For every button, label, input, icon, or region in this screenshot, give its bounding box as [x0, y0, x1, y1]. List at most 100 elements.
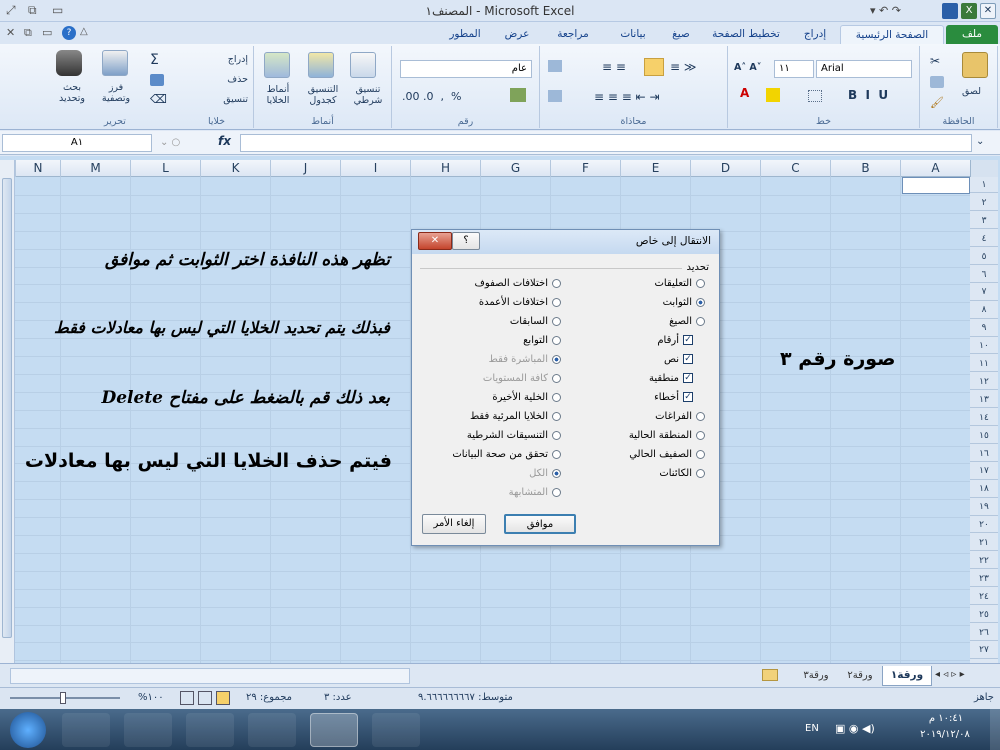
column-header[interactable]: I: [340, 160, 410, 177]
tray-icons[interactable]: ▣ ◉ ◀): [835, 722, 875, 735]
radio-button[interactable]: [552, 392, 561, 402]
radio-button[interactable]: [552, 297, 561, 307]
restore-window-icon[interactable]: ⤢: [6, 3, 16, 18]
column-header[interactable]: C: [760, 160, 830, 177]
sheet-tab-3[interactable]: ورقة٣: [794, 667, 838, 685]
dialog-option[interactable]: التوابع: [523, 335, 561, 351]
column-header[interactable]: E: [620, 160, 690, 177]
zoom-slider-thumb[interactable]: [60, 692, 66, 704]
cancel-button[interactable]: إلغاء الأمر: [422, 514, 486, 534]
row-header[interactable]: ١٨: [970, 481, 998, 498]
insert-sheet-icon[interactable]: [762, 669, 778, 681]
start-button[interactable]: [10, 712, 46, 748]
row-header[interactable]: ٩: [970, 320, 998, 337]
row-header[interactable]: ٢٣: [970, 571, 998, 588]
radio-button[interactable]: [552, 316, 561, 326]
formula-bar-buttons[interactable]: ⌄ ○: [160, 134, 198, 152]
dialog-option[interactable]: الصفيف الحالي: [629, 449, 705, 465]
row-header[interactable]: ١٦: [970, 446, 998, 462]
align-top-icons[interactable]: ≡ ≡: [602, 60, 626, 74]
paste-label[interactable]: لصق: [962, 86, 981, 97]
borders-icon[interactable]: [808, 90, 822, 102]
paste-icon[interactable]: [962, 52, 988, 78]
radio-button[interactable]: [552, 449, 561, 459]
insert-cells-button[interactable]: إدراج: [186, 54, 248, 65]
row-header[interactable]: ١٥: [970, 428, 998, 444]
page-break-view-icon[interactable]: [216, 691, 230, 705]
row-header[interactable]: ٢٧: [970, 642, 998, 659]
dialog-option[interactable]: ✓ أرقام: [657, 335, 705, 351]
copy-icon[interactable]: [930, 76, 944, 88]
taskbar-ie-icon[interactable]: [124, 713, 172, 747]
font-name-select[interactable]: Arial: [816, 60, 912, 78]
sheet-nav-icons[interactable]: ◂ ◃ ▹ ▸: [935, 669, 965, 680]
select-all-corner[interactable]: [970, 160, 998, 177]
checkbox[interactable]: ✓: [683, 392, 693, 402]
name-box[interactable]: A١: [2, 134, 152, 152]
column-header[interactable]: J: [270, 160, 340, 177]
tab-file[interactable]: ملف: [946, 25, 998, 44]
tab-insert[interactable]: إدراج: [792, 25, 838, 44]
row-header[interactable]: ٢: [970, 195, 998, 212]
vertical-scrollbar[interactable]: [0, 160, 15, 663]
radio-button[interactable]: [696, 316, 705, 326]
dialog-option[interactable]: ✓ نص: [664, 354, 705, 370]
radio-button[interactable]: [552, 335, 561, 345]
dialog-option[interactable]: السابقات: [510, 316, 561, 332]
radio-button[interactable]: [552, 278, 561, 288]
active-cell[interactable]: [902, 177, 970, 194]
cell-styles-icon[interactable]: [264, 52, 290, 78]
dialog-option[interactable]: الفراغات: [655, 411, 705, 427]
format-as-table-label[interactable]: التنسيق كجدول: [300, 84, 346, 106]
merge-center-icon[interactable]: [548, 90, 562, 102]
row-header[interactable]: ٢٤: [970, 589, 998, 606]
cut-icon[interactable]: ✂: [930, 54, 940, 68]
sort-filter-icon[interactable]: [102, 50, 128, 76]
cell-styles-label[interactable]: أنماط الخلايا: [256, 84, 300, 106]
quick-access-icons[interactable]: ▾ ↶ ↷: [870, 4, 901, 17]
close-workbook-icon[interactable]: ✕: [6, 26, 15, 39]
conditional-format-label[interactable]: تنسيق شرطي: [346, 84, 390, 106]
column-header[interactable]: N: [15, 160, 60, 177]
autosum-icon[interactable]: Σ: [150, 52, 159, 68]
help-icon[interactable]: ?: [62, 26, 76, 40]
column-header[interactable]: F: [550, 160, 620, 177]
orientation-icon[interactable]: ≡ ≫: [670, 60, 696, 74]
dialog-option[interactable]: اختلافات الأعمدة: [479, 297, 561, 313]
row-header[interactable]: ٨: [970, 302, 998, 319]
row-header[interactable]: ١٣: [970, 392, 998, 409]
format-cells-button[interactable]: تنسيق: [186, 94, 248, 105]
bold-italic-underline-icons[interactable]: B I U: [848, 88, 888, 102]
column-header[interactable]: D: [690, 160, 760, 177]
dialog-option[interactable]: الكائنات: [659, 468, 705, 484]
checkbox[interactable]: ✓: [683, 354, 693, 364]
font-color-icon[interactable]: A: [740, 86, 749, 100]
currency-icon[interactable]: [510, 88, 526, 102]
radio-button[interactable]: [696, 278, 705, 288]
row-header[interactable]: ٢٠: [970, 517, 998, 534]
radio-button[interactable]: [696, 430, 705, 440]
dialog-option[interactable]: التنسيقات الشرطية: [467, 430, 561, 446]
column-header[interactable]: L: [130, 160, 200, 177]
scroll-thumb[interactable]: [2, 178, 12, 638]
taskbar-paint-icon[interactable]: [372, 713, 420, 747]
tab-home[interactable]: الصفحة الرئيسية: [840, 25, 944, 44]
language-indicator[interactable]: EN: [805, 723, 819, 734]
formula-input[interactable]: [240, 134, 972, 152]
row-header[interactable]: ٧: [970, 284, 998, 301]
tab-formulas[interactable]: صيغ: [662, 25, 700, 44]
dialog-option[interactable]: الثوابت: [663, 297, 705, 313]
checkbox[interactable]: ✓: [683, 373, 693, 383]
format-painter-icon[interactable]: 🖌: [930, 96, 944, 109]
tab-view[interactable]: عرض: [494, 25, 540, 44]
dialog-help-button[interactable]: ؟: [452, 232, 480, 250]
minimize-ribbon-icon[interactable]: ▭: [52, 3, 63, 17]
radio-button[interactable]: [552, 411, 561, 421]
dialog-option[interactable]: ✓ منطقية: [649, 373, 705, 389]
row-header[interactable]: ١٤: [970, 410, 998, 427]
dialog-option[interactable]: اختلافات الصفوف: [475, 278, 561, 294]
column-header[interactable]: K: [200, 160, 270, 177]
wrap-text-icon[interactable]: [548, 60, 562, 72]
ok-button[interactable]: موافق: [504, 514, 576, 534]
delete-cells-button[interactable]: حذف: [186, 74, 248, 85]
